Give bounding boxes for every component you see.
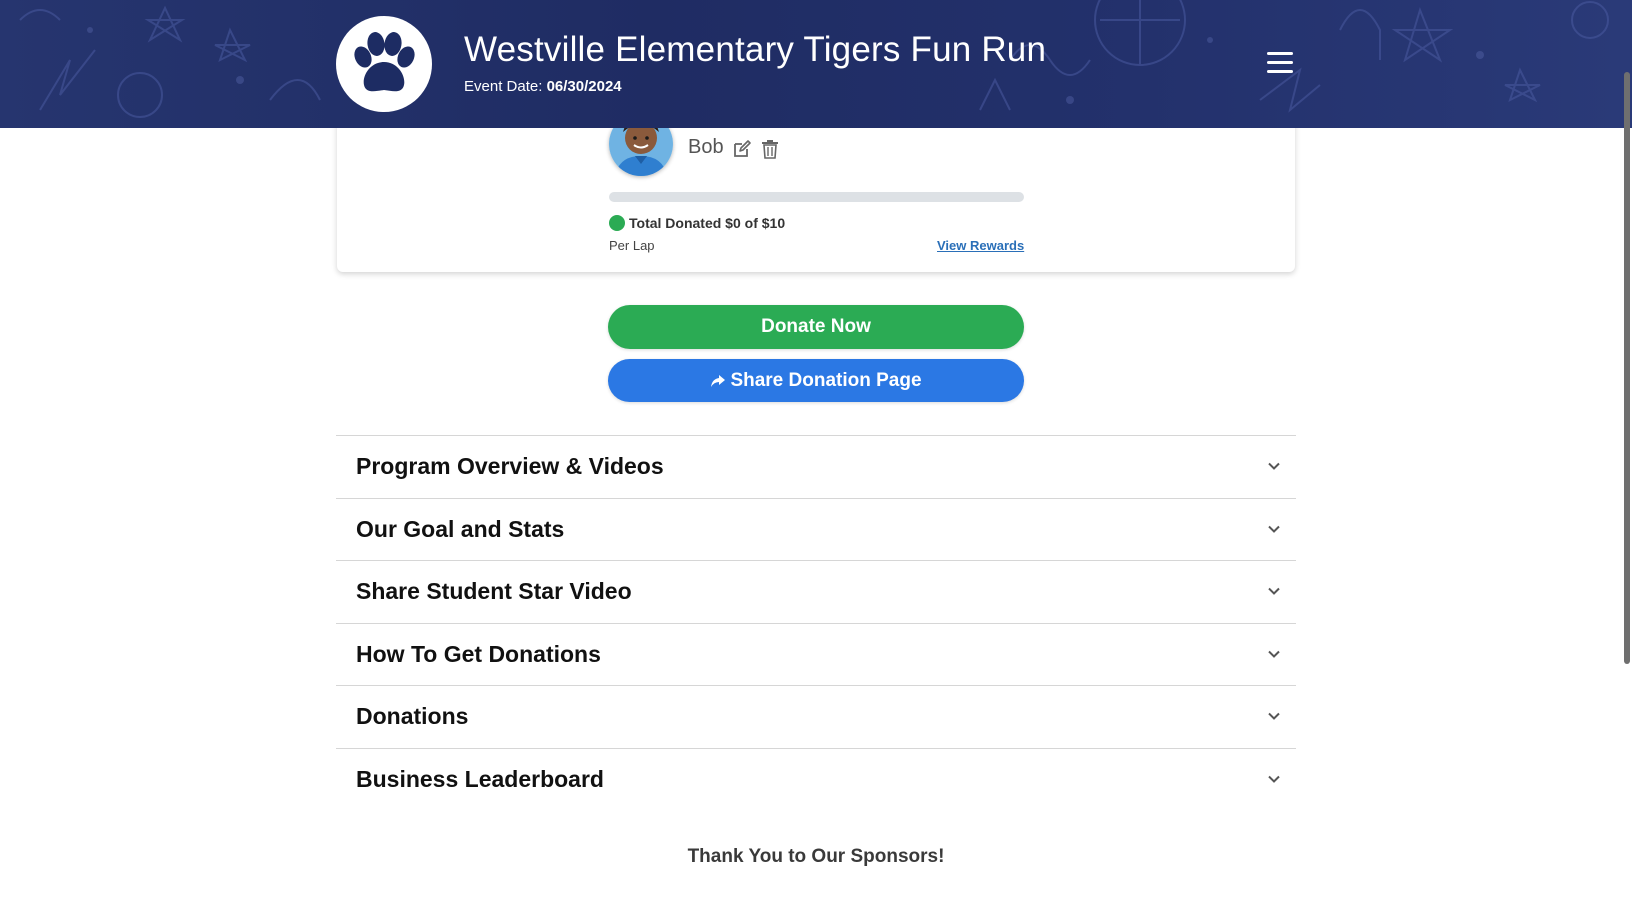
accordion-label: Our Goal and Stats — [356, 515, 565, 542]
donate-now-label: Donate Now — [761, 316, 871, 337]
accordion-goal-and-stats[interactable]: Our Goal and Stats — [336, 497, 1296, 561]
status-dot-icon — [609, 215, 625, 231]
accordion-label: Program Overview & Videos — [356, 453, 664, 479]
donation-progress-bar — [609, 192, 1024, 202]
share-donation-page-button[interactable]: Share Donation Page — [608, 359, 1024, 402]
chevron-down-icon — [1268, 462, 1280, 470]
accordion-label: Share Student Star Video — [356, 578, 632, 605]
accordion-label: Donations — [356, 703, 469, 730]
event-date-label: Event Date: — [464, 78, 543, 95]
accordion-label: How To Get Donations — [356, 640, 601, 667]
paw-print-icon — [354, 32, 415, 92]
hamburger-menu-icon[interactable] — [1264, 48, 1296, 78]
accordion-label: Business Leaderboard — [356, 765, 604, 792]
chevron-down-icon — [1268, 587, 1280, 596]
accordion-program-overview[interactable]: Program Overview & Videos — [336, 435, 1296, 498]
event-date: Event Date: 06/30/2024 — [464, 78, 622, 95]
event-date-value: 06/30/2024 — [546, 78, 622, 95]
accordion-donations[interactable]: Donations — [336, 685, 1296, 748]
total-donated-text: Total Donated $0 of $10 — [629, 215, 786, 231]
chevron-down-icon — [1268, 713, 1280, 721]
sponsors-heading: Thank You to Our Sponsors! — [687, 846, 945, 867]
edit-icon[interactable] — [732, 139, 752, 159]
chevron-down-icon — [1268, 775, 1280, 783]
page-scrollbar-thumb[interactable] — [1624, 72, 1630, 664]
donate-now-button[interactable]: Donate Now — [608, 305, 1024, 349]
trash-icon[interactable] — [761, 139, 779, 159]
accordion-how-to-get-donations[interactable]: How To Get Donations — [336, 622, 1296, 686]
participant-name: Bob — [688, 136, 724, 158]
accordion-business-leaderboard[interactable]: Business Leaderboard — [336, 747, 1296, 811]
share-donation-page-label: Share Donation Page — [730, 369, 922, 391]
per-lap-text: Per Lap — [609, 238, 655, 253]
school-logo — [336, 16, 432, 112]
chevron-down-icon — [1268, 650, 1280, 658]
chevron-down-icon — [1268, 525, 1280, 533]
view-rewards-link[interactable]: View Rewards — [937, 238, 1024, 253]
info-accordion: Program Overview & Videos Our Goal and S… — [336, 435, 1296, 811]
accordion-share-student-star-video[interactable]: Share Student Star Video — [336, 560, 1296, 623]
share-arrow-icon — [711, 374, 726, 387]
page-title: Westville Elementary Tigers Fun Run — [464, 30, 1047, 69]
site-header: Westville Elementary Tigers Fun Run Even… — [0, 0, 1632, 128]
